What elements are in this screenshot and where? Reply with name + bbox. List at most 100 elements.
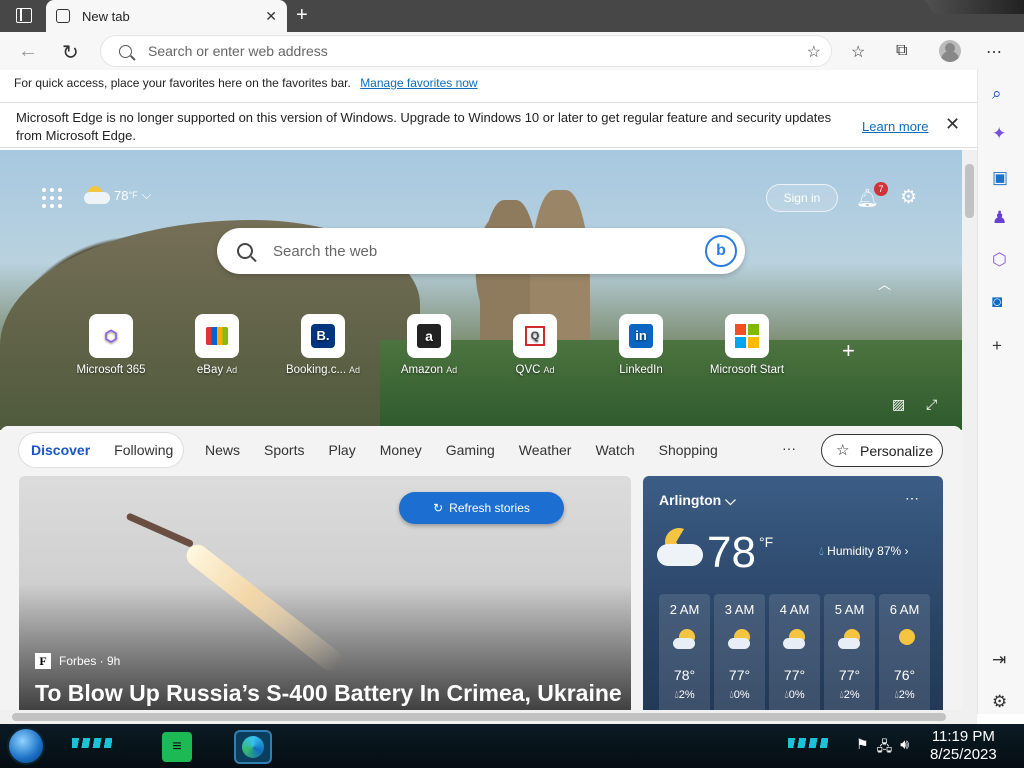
moon-icon [893, 629, 917, 651]
tab-following[interactable]: Following [102, 442, 185, 458]
hourly-item: 5 AM 77° 💧︎2% [824, 594, 875, 724]
weather-unit: °F [128, 190, 138, 200]
quick-link-label: Microsoft Start [709, 364, 785, 376]
collections-icon[interactable]: ⧉ [896, 42, 907, 60]
shopping-icon[interactable]: ▣ [992, 168, 1008, 188]
nav-gaming[interactable]: Gaming [446, 442, 495, 458]
taskbar-clock[interactable]: 11:19 PM 8/25/2023 [930, 728, 997, 764]
weather-temp: 78 [114, 187, 129, 203]
feed-nav: News Sports Play Money Gaming Weather Wa… [205, 442, 718, 458]
weather-city[interactable]: Arlington ⌵ [659, 492, 736, 509]
quick-link-booking[interactable]: B. Booking.c... Ad [268, 314, 378, 376]
refresh-stories-button[interactable]: ↻ Refresh stories [399, 492, 564, 524]
horizontal-scrollbar[interactable] [0, 710, 977, 724]
amazon-icon: a [407, 314, 451, 358]
nav-money[interactable]: Money [380, 442, 422, 458]
web-search-box[interactable]: Search the web b [217, 228, 745, 274]
refresh-icon[interactable]: ↻ [62, 40, 79, 65]
edge-taskbar-icon[interactable] [236, 732, 270, 762]
nav-weather[interactable]: Weather [519, 442, 572, 458]
tab-discover[interactable]: Discover [19, 442, 102, 458]
games-icon[interactable]: ♟ [992, 208, 1007, 228]
partly-cloudy-icon [837, 629, 862, 651]
browser-toolbar: ← ↻ Search or enter web address ☆ ☆ ⧉ ⋯ [0, 32, 1024, 70]
bing-chat-icon[interactable]: b [705, 235, 737, 267]
new-tab-hero: 78 °F ⌵ Sign in 🔔︎ 7 ⚙ Search the web b ︿… [0, 150, 962, 430]
hour-temp: 78° [673, 667, 696, 683]
start-button[interactable] [9, 729, 43, 763]
horizontal-scroll-thumb[interactable] [12, 713, 946, 721]
profile-avatar[interactable] [939, 40, 961, 62]
nav-news[interactable]: News [205, 442, 240, 458]
favorites-bar-message: For quick access, place your favorites h… [14, 76, 351, 90]
manage-favorites-link[interactable]: Manage favorites now [360, 76, 477, 90]
taskbar-decoration [788, 738, 828, 748]
quick-link-label: LinkedIn [619, 364, 663, 376]
search-icon[interactable]: ⌕ [992, 84, 1002, 104]
quick-link-linkedin[interactable]: in LinkedIn [586, 314, 696, 376]
add-favorite-icon[interactable]: ☆ [807, 42, 821, 62]
tab-new-tab[interactable]: New tab ✕ [46, 0, 287, 32]
humidity-link[interactable]: 💧︎ Humidity 87% › [819, 544, 909, 559]
quick-link-microsoft-start[interactable]: Microsoft Start [692, 314, 802, 376]
vertical-scrollbar[interactable] [962, 150, 977, 710]
qvc-icon: Q [513, 314, 557, 358]
hide-sidebar-icon[interactable]: ⇥ [992, 650, 1006, 670]
nav-sports[interactable]: Sports [264, 442, 304, 458]
quick-link-label: QVC [515, 364, 541, 376]
quick-link-ebay[interactable]: eBay Ad [162, 314, 272, 376]
top-story-card[interactable]: ↻ Refresh stories F Forbes · 9h To Blow … [19, 476, 631, 716]
sidebar-settings-icon[interactable]: ⚙ [992, 692, 1007, 712]
volume-icon[interactable]: 🔊︎ [900, 736, 909, 760]
page-settings-icon[interactable]: ⚙ [900, 186, 917, 209]
hour-temp: 77° [838, 667, 861, 683]
address-bar[interactable]: Search or enter web address ☆ [101, 36, 831, 66]
quick-link-qvc[interactable]: Q QVC Ad [480, 314, 590, 376]
expand-icon[interactable]: ⤢ [926, 396, 937, 413]
ad-label: Ad [349, 365, 361, 375]
hourly-item: 3 AM 77° 💧︎0% [714, 594, 765, 724]
background-info-icon[interactable]: ▨ [892, 396, 905, 413]
add-shortcut-icon[interactable]: + [842, 338, 855, 364]
weather-city-name: Arlington [659, 492, 722, 508]
close-tab-icon[interactable]: ✕ [265, 8, 277, 25]
flag-icon[interactable]: ⚑ [856, 736, 869, 760]
quick-link-amazon[interactable]: a Amazon Ad [374, 314, 484, 376]
spotify-icon[interactable]: ≡ [162, 732, 192, 762]
nav-play[interactable]: Play [328, 442, 355, 458]
collapse-chevron-icon[interactable]: ︿ [878, 274, 891, 293]
vertical-scroll-thumb[interactable] [965, 164, 974, 218]
add-sidebar-app-icon[interactable]: + [992, 336, 1002, 356]
sign-in-button[interactable]: Sign in [766, 184, 838, 212]
new-tab-button[interactable]: + [296, 4, 308, 27]
hour-time: 6 AM [889, 602, 920, 617]
weather-widget[interactable]: 78 °F ⌵ [84, 186, 151, 204]
outlook-icon[interactable]: ◙ [992, 292, 1002, 312]
quick-link-microsoft365[interactable]: ⬡ Microsoft 365 [56, 314, 166, 376]
chevron-right-icon: › [904, 544, 909, 558]
microsoft365-icon[interactable]: ⬡ [992, 250, 1007, 270]
hourly-item: 4 AM 77° 💧︎0% [769, 594, 820, 724]
hourly-forecast: 2 AM 78° 💧︎2% 3 AM 77° 💧︎0% 4 AM 77° 💧︎0% 5 AM… [659, 594, 930, 724]
weather-card[interactable]: Arlington ⌵ ⋯ 78 °F 💧︎ Humidity 87% › 2 … [643, 476, 943, 724]
system-tray: ⚑ 🖧︎ 🔊︎ [856, 736, 909, 760]
weather-more-icon[interactable]: ⋯ [905, 490, 919, 507]
personalize-button[interactable]: Personalize [821, 434, 943, 467]
favorites-icon[interactable]: ☆ [851, 42, 865, 62]
story-headline[interactable]: To Blow Up Russia’s S-400 Battery In Cri… [35, 680, 622, 707]
more-menu-icon[interactable]: ⋯ [986, 42, 1002, 62]
web-search-placeholder: Search the web [273, 242, 378, 260]
nav-shopping[interactable]: Shopping [659, 442, 718, 458]
network-icon[interactable]: 🖧︎ [877, 736, 893, 760]
learn-more-link[interactable]: Learn more [862, 118, 928, 136]
booking-icon: B. [301, 314, 345, 358]
quick-link-label: Booking.c... [285, 364, 347, 376]
copilot-icon[interactable]: ✦ [992, 124, 1006, 144]
app-launcher-icon[interactable] [42, 188, 62, 208]
story-source-text: Forbes · 9h [59, 654, 121, 668]
back-arrow-icon[interactable]: ← [18, 40, 38, 63]
nav-watch[interactable]: Watch [595, 442, 634, 458]
more-categories-button[interactable]: ··· [782, 440, 796, 456]
close-infobar-icon[interactable]: ✕ [945, 115, 960, 133]
tab-actions-icon[interactable] [16, 8, 32, 23]
